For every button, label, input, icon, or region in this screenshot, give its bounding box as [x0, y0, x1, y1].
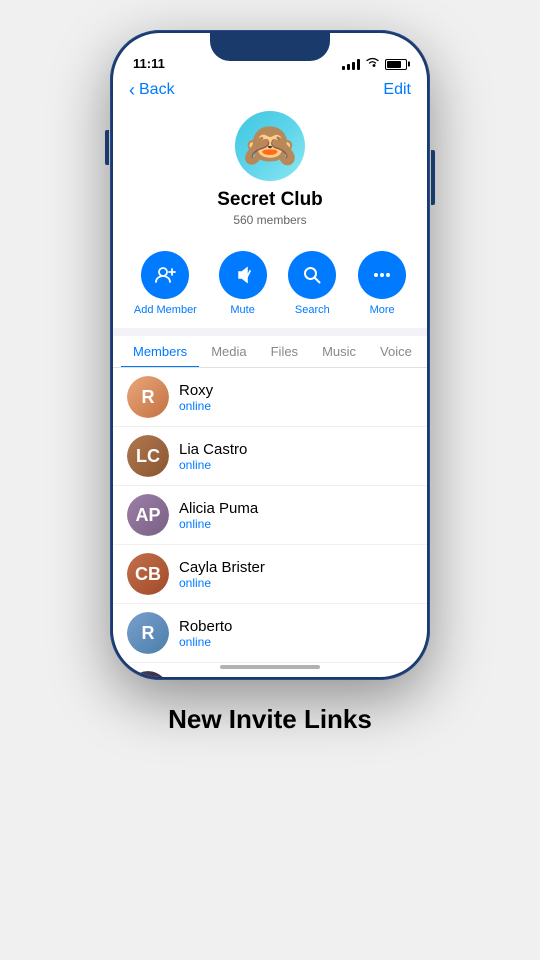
member-avatar: AP — [127, 494, 169, 536]
group-header: 🙈 Secret Club 560 members — [113, 107, 427, 239]
tab-music[interactable]: Music — [310, 336, 368, 367]
member-info: Cayla Brister online — [179, 559, 265, 590]
section-divider — [113, 328, 427, 336]
phone-screen: 11:11 — [113, 33, 427, 677]
more-icon-circle — [358, 251, 406, 299]
phone-frame: 11:11 — [110, 30, 430, 680]
member-row[interactable]: CB Cayla Brister online — [113, 545, 427, 604]
mute-label: Mute — [230, 304, 254, 316]
add-member-icon-circle — [141, 251, 189, 299]
member-info: Lia Castro online — [179, 441, 247, 472]
group-members-count: 560 members — [233, 213, 306, 227]
mute-button[interactable]: Mute — [219, 251, 267, 316]
action-buttons: Add Member Mute — [113, 239, 427, 328]
tab-members[interactable]: Members — [121, 336, 199, 367]
group-avatar: 🙈 — [235, 111, 305, 181]
more-button[interactable]: More — [358, 251, 406, 316]
group-name: Secret Club — [217, 189, 323, 211]
member-name: Roberto — [179, 618, 232, 635]
search-icon-circle — [288, 251, 336, 299]
more-label: More — [370, 304, 395, 316]
member-status: online — [179, 517, 258, 531]
notch — [210, 33, 330, 61]
back-label: Back — [139, 81, 175, 99]
member-row[interactable]: AP Alicia Puma online — [113, 486, 427, 545]
back-button[interactable]: ‹ Back — [129, 81, 175, 99]
tabs-bar: Members Media Files Music Voice Lin… — [113, 336, 427, 368]
tab-media[interactable]: Media — [199, 336, 258, 367]
group-avatar-emoji: 🙈 — [243, 124, 298, 168]
member-row[interactable]: LC Lia Castro online — [113, 427, 427, 486]
home-indicator — [220, 665, 320, 669]
mute-icon-circle — [219, 251, 267, 299]
member-avatar: R — [127, 612, 169, 654]
member-status: online — [179, 576, 265, 590]
member-info: Roberto online — [179, 618, 232, 649]
member-name: Lia — [179, 677, 211, 678]
member-avatar: CB — [127, 553, 169, 595]
nav-bar: ‹ Back Edit — [113, 77, 427, 107]
bottom-heading: New Invite Links — [168, 704, 372, 735]
add-member-label: Add Member — [134, 304, 197, 316]
member-name: Lia Castro — [179, 441, 247, 458]
member-status: online — [179, 635, 232, 649]
signal-bars-icon — [342, 59, 360, 70]
edit-button[interactable]: Edit — [383, 81, 411, 99]
members-list: R Roxy online LC Lia Castro online AP — [113, 368, 427, 677]
page-wrapper: 11:11 — [0, 0, 540, 960]
member-row[interactable]: R Roxy online — [113, 368, 427, 427]
search-button[interactable]: Search — [288, 251, 336, 316]
status-icons — [342, 57, 407, 71]
wifi-icon — [365, 57, 380, 71]
back-chevron-icon: ‹ — [129, 81, 135, 99]
member-info: Roxy online — [179, 382, 213, 413]
member-status: online — [179, 399, 213, 413]
member-name: Roxy — [179, 382, 213, 399]
member-name: Alicia Puma — [179, 500, 258, 517]
search-label: Search — [295, 304, 330, 316]
member-avatar: R — [127, 376, 169, 418]
add-member-button[interactable]: Add Member — [134, 251, 197, 316]
member-name: Cayla Brister — [179, 559, 265, 576]
tab-files[interactable]: Files — [259, 336, 310, 367]
battery-icon — [385, 59, 407, 70]
tab-voice[interactable]: Voice — [368, 336, 424, 367]
tab-links[interactable]: Lin… — [424, 336, 427, 367]
status-time: 11:11 — [133, 56, 165, 71]
member-row[interactable]: R Roberto online — [113, 604, 427, 663]
member-info: Lia online — [179, 677, 211, 678]
member-status: online — [179, 458, 247, 472]
member-avatar: L — [127, 671, 169, 677]
member-info: Alicia Puma online — [179, 500, 258, 531]
member-avatar: LC — [127, 435, 169, 477]
